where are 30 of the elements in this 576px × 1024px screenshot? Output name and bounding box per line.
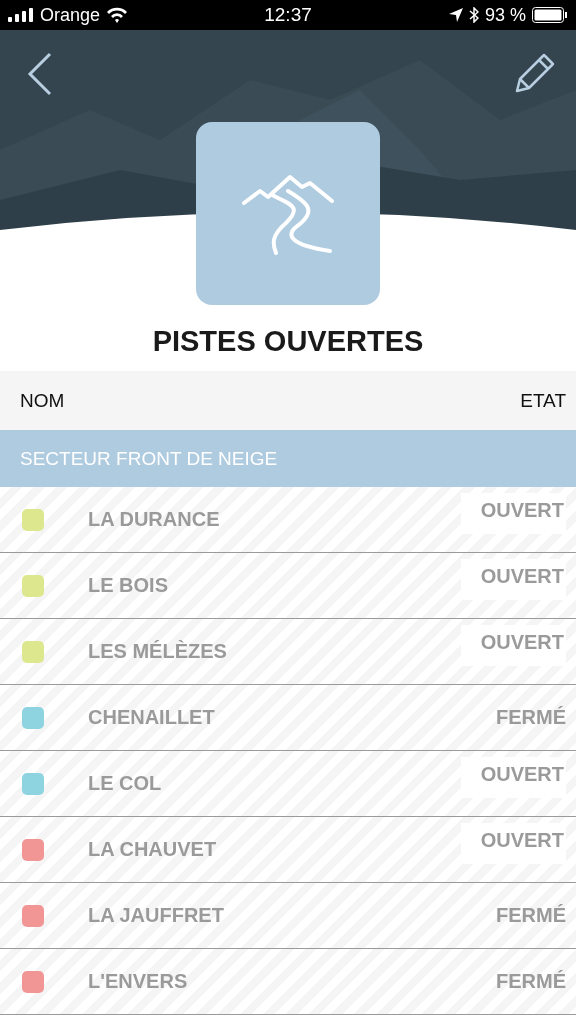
page-title: PISTES OUVERTES [152,324,424,359]
piste-state: OUVERT [460,559,566,600]
battery-percent: 93 % [485,4,526,26]
bluetooth-icon [469,7,479,23]
piste-name: LA JAUFFRET [88,904,225,927]
piste-state: OUVERT [460,493,566,534]
battery-icon [532,7,568,23]
piste-name: CHENAILLET [88,706,216,729]
piste-state: FERMÉ [496,705,566,730]
piste-name: LA CHAUVET [88,838,218,861]
clock-time: 12:37 [264,4,312,26]
piste-state: OUVERT [460,823,566,864]
piste-state: OUVERT [460,757,566,798]
piste-state: FERMÉ [496,969,566,994]
carrier-name: Orange [40,4,101,26]
signal-icon [8,8,34,22]
section-header: SECTEUR FRONT DE NEIGE [0,430,576,487]
location-arrow-icon [449,8,463,22]
mountain-trail-icon [242,172,334,255]
edit-button[interactable] [514,52,556,94]
piste-state: FERMÉ [496,903,566,928]
column-header: ETAT [520,389,566,412]
piste-name: LE COL [88,772,163,795]
piste-name: L'ENVERS [88,970,189,993]
wifi-icon [106,7,129,23]
piste-name: LES MÉLÈZES [88,640,228,663]
piste-state: OUVERT [460,625,566,666]
column-header: NOM [20,389,65,412]
piste-name: LE BOIS [88,574,169,597]
piste-name: LA DURANCE [88,508,221,531]
